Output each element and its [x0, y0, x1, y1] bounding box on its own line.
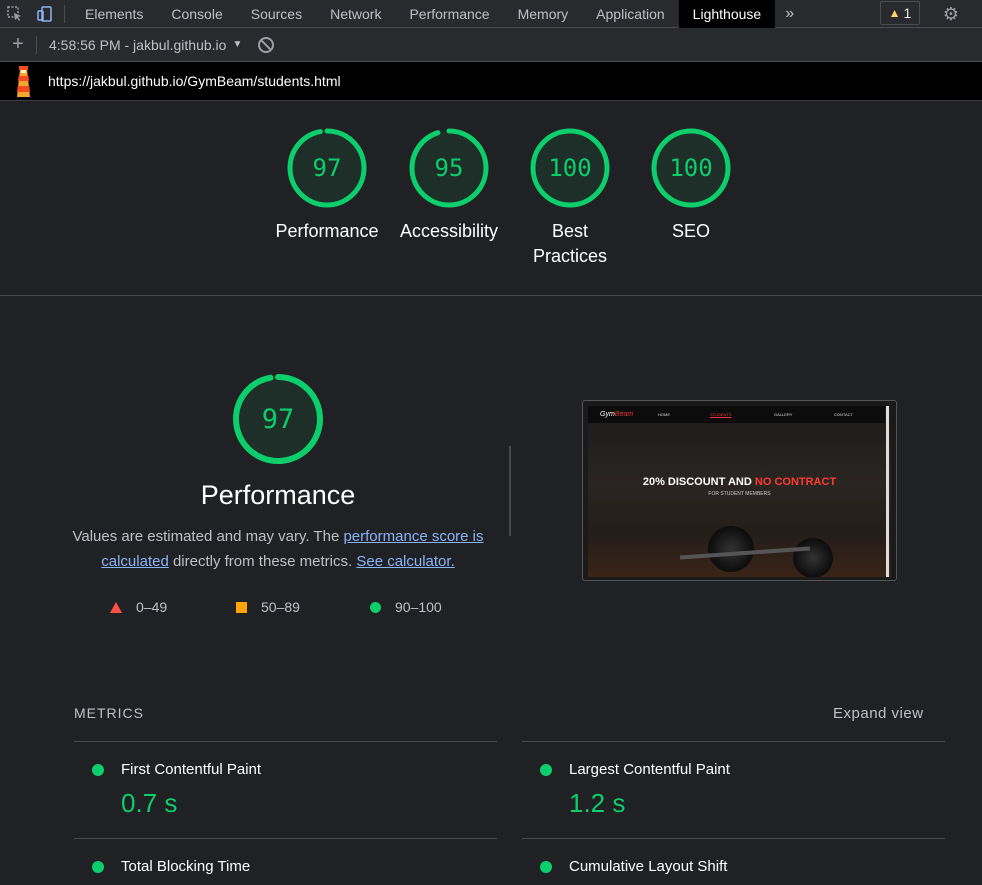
- tab-lighthouse[interactable]: Lighthouse: [678, 0, 776, 28]
- score-value: 97: [312, 154, 342, 182]
- pass-circle-icon: [540, 764, 552, 776]
- tab-sources[interactable]: Sources: [237, 0, 316, 28]
- report-url-bar: https://jakbul.github.io/GymBeam/student…: [0, 62, 982, 101]
- logo-part: Beam: [614, 411, 634, 418]
- report-selector[interactable]: 4:58:56 PM - jakbul.github.io ▼: [49, 37, 242, 53]
- headline-red: NO CONTRACT: [754, 476, 837, 488]
- pass-circle-icon: [92, 764, 104, 776]
- description-text: Values are estimated and may vary. The: [72, 528, 344, 545]
- expand-view-button[interactable]: Expand view: [833, 705, 924, 722]
- headline-white: 20% DISCOUNT AND: [642, 476, 755, 488]
- metrics-header: METRICS: [74, 705, 144, 721]
- settings-gear-icon[interactable]: ⚙: [938, 0, 964, 28]
- metric-cumulative-layout-shift[interactable]: Cumulative Layout Shift: [522, 838, 945, 885]
- warning-icon: ▲: [888, 6, 901, 20]
- pass-circle-icon: [540, 861, 552, 873]
- legend-average-range: 50–89: [261, 599, 300, 615]
- lighthouse-logo-icon: [0, 62, 48, 101]
- score-label: Best Practices: [532, 221, 608, 266]
- lighthouse-toolbar: + 4:58:56 PM - jakbul.github.io ▼: [0, 28, 982, 62]
- screenshot-nav-link: STUDENTS: [710, 412, 732, 417]
- category-scores: 97 Performance 95 Accessibility 100 Best…: [0, 101, 982, 296]
- gauge-performance[interactable]: 97 Performance: [267, 127, 387, 244]
- metric-name: Total Blocking Time: [121, 858, 251, 875]
- logo-part: Gym: [600, 411, 615, 418]
- metric-name: First Contentful Paint: [121, 761, 262, 778]
- performance-score-value: 97: [261, 403, 295, 435]
- score-label: Performance: [275, 221, 379, 241]
- gauge-seo[interactable]: 100 SEO: [631, 127, 751, 244]
- devtools-tabbar: Elements Console Sources Network Perform…: [0, 0, 982, 28]
- tab-application[interactable]: Application: [582, 0, 679, 28]
- metric-value: 1.2 s: [569, 788, 626, 818]
- warning-count: 1: [903, 5, 912, 21]
- tab-elements[interactable]: Elements: [71, 0, 157, 28]
- screenshot-headline: 20% DISCOUNT AND NO CONTRACT: [588, 476, 891, 488]
- score-value: 95: [434, 154, 464, 182]
- screenshot-logo: GymBeam: [600, 411, 633, 418]
- more-tabs-icon[interactable]: »: [775, 5, 804, 23]
- weight-plate: [708, 526, 754, 572]
- score-label: SEO: [671, 221, 710, 241]
- tab-performance[interactable]: Performance: [395, 0, 503, 28]
- report-url[interactable]: https://jakbul.github.io/GymBeam/student…: [48, 73, 341, 89]
- screenshot-navbar: GymBeam HOME STUDENTS GALLERY CONTACT: [588, 406, 885, 423]
- section-divider: [509, 446, 511, 536]
- final-screenshot[interactable]: GymBeam HOME STUDENTS GALLERY CONTACT 20…: [582, 400, 897, 581]
- inspect-element-icon[interactable]: [0, 0, 30, 28]
- metric-name: Cumulative Layout Shift: [569, 858, 728, 875]
- performance-description: Values are estimated and may vary. The p…: [72, 524, 484, 574]
- device-toolbar-icon[interactable]: [30, 0, 60, 28]
- tab-console[interactable]: Console: [157, 0, 236, 28]
- performance-title: Performance: [200, 480, 356, 510]
- score-label: Accessibility: [399, 221, 499, 241]
- score-value: 100: [669, 154, 713, 182]
- warnings-counter[interactable]: ▲ 1: [880, 1, 920, 25]
- clear-reports-icon[interactable]: [258, 36, 275, 53]
- screenshot-nav-link: GALLERY: [774, 412, 793, 417]
- toolbar-divider: [64, 4, 65, 23]
- weight-plate: [793, 538, 833, 577]
- tab-memory[interactable]: Memory: [504, 0, 583, 28]
- metric-name: Largest Contentful Paint: [569, 761, 730, 778]
- gauge-accessibility[interactable]: 95 Accessibility: [389, 127, 509, 244]
- metric-first-contentful-paint[interactable]: First Contentful Paint 0.7 s: [74, 741, 497, 839]
- legend-fail: 0–49: [110, 597, 167, 617]
- average-square-icon: [236, 601, 247, 613]
- fail-triangle-icon: [110, 601, 122, 613]
- legend-pass: 90–100: [370, 597, 442, 617]
- metric-largest-contentful-paint[interactable]: Largest Contentful Paint 1.2 s: [522, 741, 945, 839]
- chevron-down-icon: ▼: [232, 39, 243, 50]
- legend-pass-range: 90–100: [395, 599, 442, 615]
- screenshot-image: GymBeam HOME STUDENTS GALLERY CONTACT 20…: [588, 406, 891, 577]
- screenshot-nav-link: CONTACT: [834, 412, 854, 417]
- score-value: 100: [548, 154, 592, 182]
- legend-fail-range: 0–49: [136, 599, 168, 615]
- see-calculator-link[interactable]: See calculator.: [356, 553, 454, 570]
- report-selector-label: 4:58:56 PM - jakbul.github.io: [49, 36, 227, 53]
- gauge-best-practices[interactable]: 100 Best Practices: [510, 127, 630, 269]
- screenshot-nav-link: HOME: [658, 412, 670, 417]
- description-text: directly from these metrics.: [168, 553, 357, 570]
- pass-circle-icon: [370, 601, 381, 613]
- metric-total-blocking-time[interactable]: Total Blocking Time: [74, 838, 497, 885]
- screenshot-subheadline: FOR STUDENT MEMBERS: [708, 491, 771, 497]
- screenshot-scrollbar: [886, 406, 889, 577]
- legend-average: 50–89: [236, 597, 300, 617]
- tab-network[interactable]: Network: [316, 0, 395, 28]
- new-report-button[interactable]: +: [0, 33, 36, 56]
- pass-circle-icon: [92, 861, 104, 873]
- toolbar-divider: [36, 35, 37, 54]
- performance-gauge: 97: [188, 372, 368, 471]
- metric-value: 0.7 s: [121, 788, 178, 818]
